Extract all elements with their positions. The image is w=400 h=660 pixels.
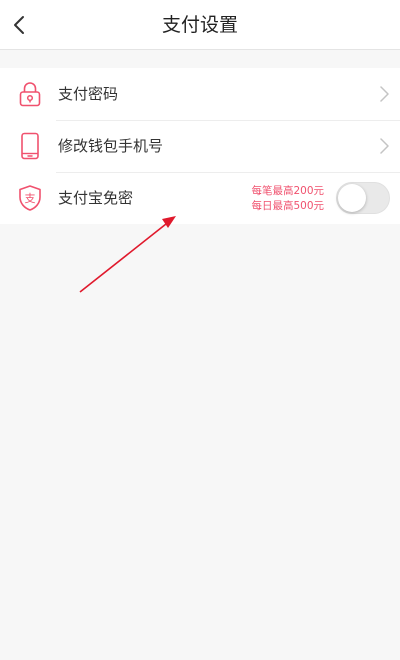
change-wallet-phone-label: 修改钱包手机号	[58, 137, 164, 155]
payment-settings-screen: 支付设置 支付密码 修改钱包手机号 支 支付宝免密 每笔最高200元 每日最高5…	[0, 0, 400, 660]
payment-password-item[interactable]: 支付密码	[0, 68, 400, 120]
alipay-password-free-label: 支付宝免密	[58, 189, 134, 207]
chevron-right-icon	[380, 138, 389, 154]
per-transaction-limit: 每笔最高200元	[251, 185, 324, 197]
alipay-icon-glyph: 支	[25, 192, 36, 205]
daily-limit: 每日最高500元	[251, 200, 324, 212]
payment-password-label: 支付密码	[58, 85, 119, 103]
alipay-shield-icon: 支	[19, 185, 41, 211]
payment-limits: 每笔最高200元 每日最高500元	[251, 184, 324, 214]
alipay-password-free-item: 支 支付宝免密 每笔最高200元 每日最高500元	[0, 172, 400, 224]
toggle-knob	[338, 184, 366, 212]
change-wallet-phone-item[interactable]: 修改钱包手机号	[0, 120, 400, 172]
navigation-bar: 支付设置	[0, 0, 400, 50]
chevron-right-icon	[380, 86, 389, 102]
page-title: 支付设置	[161, 14, 238, 36]
settings-list: 支付密码 修改钱包手机号 支 支付宝免密 每笔最高200元 每日最高500元	[0, 68, 400, 224]
password-free-toggle[interactable]	[336, 182, 390, 214]
lock-icon	[19, 82, 41, 107]
phone-icon	[21, 132, 39, 160]
